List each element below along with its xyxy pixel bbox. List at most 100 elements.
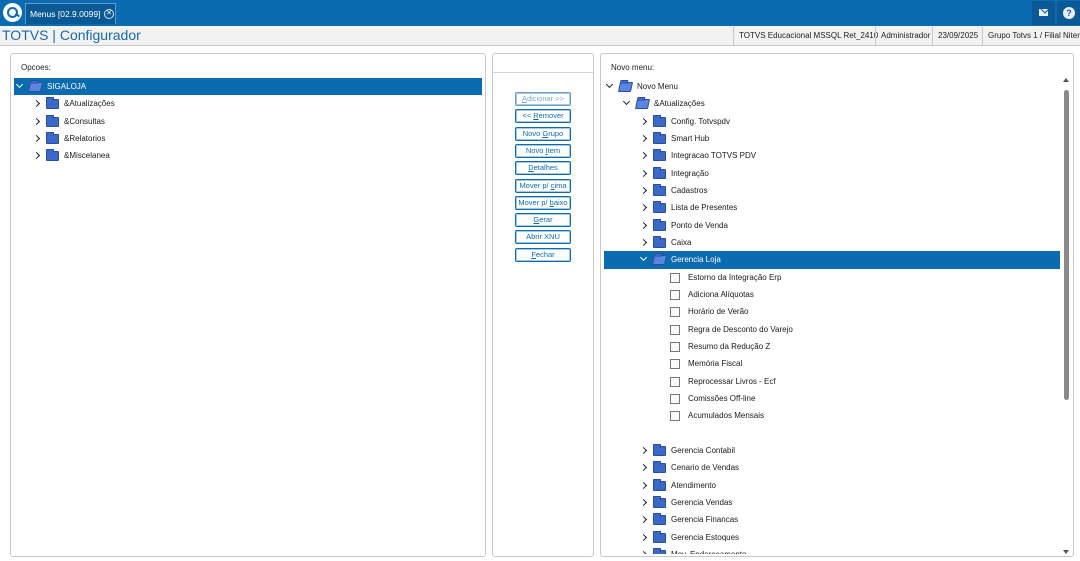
tree-node-caixa[interactable]: Caixa [604,234,1060,251]
abrir-xnu-button[interactable]: Abrir XNU [515,230,571,245]
novo-item-button[interactable]: Novo Item [515,143,571,158]
menu-item-regra-de-desconto-do-varejo[interactable]: Regra de Desconto do Varejo [604,321,1060,338]
scroll-down-icon[interactable] [1063,550,1069,554]
options-tree[interactable]: SIGALOJA &Atualizações &Consultas &Relatori… [14,78,482,554]
menu-item-estorno-da-integracao-erp[interactable]: Estorno da Integração Erp [604,269,1060,286]
tree-node-label: Adiciona Alíquotas [688,289,754,299]
menu-item-acumulados-mensais[interactable]: Acumulados Mensais [604,407,1060,424]
totvs-logo-icon[interactable] [3,3,22,22]
folder-icon [653,166,666,179]
tree-node-label: Config. Totvspdv [671,116,730,126]
menu-item-memoria-fiscal[interactable]: Memória Fiscal [604,355,1060,372]
adicionar-button[interactable]: Adicionar >> [515,92,571,106]
fechar-button[interactable]: Fechar [515,247,571,262]
help-icon[interactable]: ? [1057,1,1080,25]
tree-node-integracao[interactable]: Integração [604,165,1060,182]
menu-item-icon [670,272,680,283]
tree-node-mov-enderecamento[interactable]: Mov. Enderecamento [604,546,1060,554]
environment-label: TOTVS Educacional MSSQL Ret_2410 [733,27,878,45]
chevron-right-icon[interactable] [639,117,648,125]
chevron-right-icon[interactable] [639,533,648,541]
tree-node-label: Resumo da Redução Z [688,341,771,351]
tree-node-label: Memória Fiscal [688,359,743,369]
novo-grupo-button[interactable]: Novo Grupo [515,126,571,141]
chevron-down-icon[interactable] [605,80,614,89]
tree-node-label: Regra de Desconto do Varejo [688,324,793,334]
chevron-right-icon[interactable] [639,550,648,554]
chevron-right-icon[interactable] [639,152,648,160]
chevron-right-icon[interactable] [32,152,41,160]
page-title: TOTVS | Configurador [2,27,141,43]
menu-item-comissoes-off-line[interactable]: Comissões Off-line [604,390,1060,407]
tree-node-sigaloja[interactable]: SIGALOJA [14,78,482,96]
tree-node-relatorios[interactable]: &Relatorios [14,130,482,147]
chevron-right-icon[interactable] [639,186,648,195]
chevron-down-icon[interactable] [622,98,631,106]
chevron-down-icon[interactable] [15,80,24,89]
chevron-right-icon[interactable] [639,204,648,212]
tree-node-miscelanea[interactable]: &Miscelanea [14,147,482,164]
tree-node-gerencia-estoques[interactable]: Gerencia Estoques [604,529,1060,546]
tree-node-atualizacoes[interactable]: &Atualizações [14,95,482,112]
chevron-down-icon[interactable] [639,254,648,262]
tree-node-ponto-de-venda[interactable]: Ponto de Venda [604,217,1060,234]
mail-icon[interactable] [1032,1,1055,25]
tree-node-lista-de-presentes[interactable]: Lista de Presentes [604,199,1060,216]
tree-node-integracao-totvs-pdv[interactable]: Integracao TOTVS PDV [604,147,1060,164]
chevron-right-icon[interactable] [32,117,41,125]
tree-node-gerencia-loja[interactable]: Gerencia Loja [604,251,1060,269]
chevron-right-icon[interactable] [639,481,648,489]
tree-node-gerencia-financas[interactable]: Gerencia Financas [604,511,1060,528]
tree-node-gerencia-vendas[interactable]: Gerencia Vendas [604,494,1060,511]
folder-icon [46,149,59,162]
chevron-right-icon[interactable] [639,498,648,506]
tree-node-label: Cenario de Vendas [671,463,740,473]
tree-node-novo-menu[interactable]: Novo Menu [604,78,1060,95]
detalhes-button[interactable]: Detalhes [515,161,571,176]
chevron-right-icon[interactable] [639,516,648,524]
gerar-button[interactable]: Gerar [515,213,571,228]
tree-node-atendimento[interactable]: Atendimento [604,477,1060,494]
tree-node-cadastros[interactable]: Cadastros [604,182,1060,199]
menu-item-adiciona-aliquotas[interactable]: Adiciona Alíquotas [604,286,1060,303]
menu-item-icon [670,307,680,318]
menu-item-resumo-da-reducao-z[interactable]: Resumo da Redução Z [604,338,1060,355]
scroll-up-icon[interactable] [1063,78,1069,82]
tree-node-gerencia-contabil[interactable]: Gerencia Contabil [604,442,1060,459]
chevron-right-icon[interactable] [639,464,648,472]
chevron-right-icon[interactable] [639,169,648,177]
close-icon[interactable]: ✕ [104,9,114,19]
tree-node-consultas[interactable]: &Consultas [14,113,482,130]
tree-node-label: Horário de Verão [688,307,749,317]
remover-button[interactable]: << Remover [515,109,571,124]
menu-item-icon [670,359,680,370]
vertical-scrollbar[interactable] [1062,78,1071,554]
options-panel: Opcoes: SIGALOJA &Atualizações &Consultas &… [10,53,486,557]
chevron-right-icon[interactable] [639,134,648,143]
tree-node-atualizacoes[interactable]: &Atualizações [604,95,1060,112]
menu-item-horario-de-verao[interactable]: Horário de Verão [604,303,1060,320]
chevron-right-icon[interactable] [32,134,41,143]
chevron-right-icon[interactable] [639,221,648,229]
chevron-right-icon[interactable] [639,238,648,246]
tree-node-label: Gerencia Contabil [671,445,736,455]
folder-icon [653,443,666,456]
menu-item-reprocessar-livros-ecf[interactable]: Reprocessar Livros - Ecf [604,373,1060,390]
tree-node-label: Gerencia Loja [671,255,721,265]
mover-baixo-button[interactable]: Mover p/ baixo [515,195,571,210]
folder-icon [653,530,666,543]
chevron-right-icon[interactable] [32,100,41,108]
tree-node-cenario-de-vendas[interactable]: Cenario de Vendas [604,459,1060,476]
top-bar: Menus [02.9.0099] ✕ ? [0,0,1080,26]
new-menu-tree[interactable]: Novo Menu &Atualizações Config. Totvspdv Sm… [604,78,1060,554]
tree-node-smart-hub[interactable]: Smart Hub [604,130,1060,147]
chevron-right-icon[interactable] [639,446,648,454]
mover-cima-button[interactable]: Mover p/ cima [515,178,571,193]
scroll-thumb[interactable] [1064,90,1069,400]
tree-node-config-totvspdv[interactable]: Config. Totvspdv [604,113,1060,130]
tab-menus[interactable]: Menus [02.9.0099] ✕ [25,3,116,24]
options-label: Opcoes: [21,63,51,72]
folder-icon [653,513,666,526]
new-menu-label: Novo menu: [611,63,655,72]
tree-node-label: Novo Menu [637,82,678,91]
